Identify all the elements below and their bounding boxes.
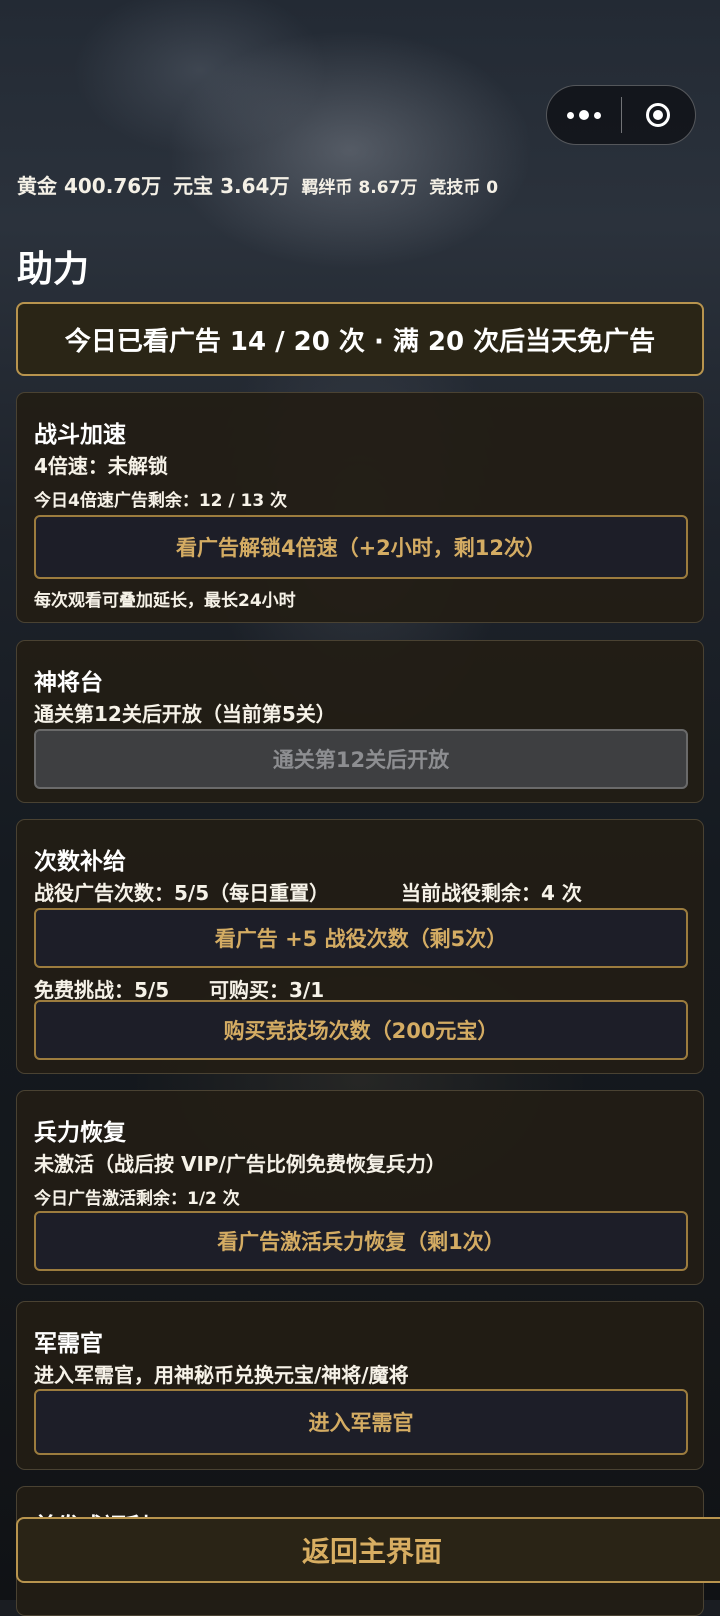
count-supply-title: 次数补给 [34,849,126,875]
general-stage-status: 通关第12关后开放（当前第5关） [34,702,336,726]
yuanbao-balance: 元宝 3.64万 [173,174,290,198]
campaign-ad-button[interactable]: 看广告 +5 战役次数（剩5次） [34,908,688,968]
count-supply-card: 次数补给 战役广告次数：5/5（每日重置） 当前战役剩余：4 次 看广告 +5 … [16,819,704,1074]
enter-quartermaster-button[interactable]: 进入军需官 [34,1389,688,1455]
arena-coin-balance: 竞技币 0 [429,178,499,198]
gold-balance: 黄金 400.76万 [17,174,162,198]
troop-recovery-status: 未激活（战后按 VIP/广告比例免费恢复兵力） [34,1152,446,1176]
mini-program-capsule [546,85,696,145]
general-stage-card: 神将台 通关第12关后开放（当前第5关） 通关第12关后开放 [16,640,704,803]
general-stage-title: 神将台 [34,670,103,696]
battle-speed-remaining: 今日4倍速广告剩余：12 / 13 次 [34,491,288,511]
battle-speed-status: 4倍速：未解锁 [34,454,168,478]
campaign-ad-count: 战役广告次数：5/5（每日重置） [34,881,330,905]
ad-count-banner: 今日已看广告 14 / 20 次 · 满 20 次后当天免广告 [16,302,704,376]
quartermaster-title: 军需官 [34,1331,103,1357]
quartermaster-card: 军需官 进入军需官，用神秘币兑换元宝/神将/魔将 进入军需官 [16,1301,704,1470]
buy-arena-count-button[interactable]: 购买竞技场次数（200元宝） [34,1000,688,1060]
target-circle-icon[interactable] [622,85,696,145]
troop-recovery-card: 兵力恢复 未激活（战后按 VIP/广告比例免费恢复兵力） 今日广告激活剩余：1/… [16,1090,704,1285]
activate-troop-recovery-button[interactable]: 看广告激活兵力恢复（剩1次） [34,1211,688,1271]
general-stage-locked-button[interactable]: 通关第12关后开放 [34,729,688,789]
quartermaster-desc: 进入军需官，用神秘币兑换元宝/神将/魔将 [34,1363,409,1387]
purchasable-count: 可购买：3/1 [209,978,325,1002]
campaign-remaining: 当前战役剩余：4 次 [401,881,582,905]
more-dots-icon[interactable] [547,85,621,145]
unlock-4x-speed-button[interactable]: 看广告解锁4倍速（+2小时，剩12次） [34,515,688,579]
troop-recovery-remaining: 今日广告激活剩余：1/2 次 [34,1189,240,1209]
bond-coin-balance: 羁绊币 8.67万 [301,178,418,198]
page-title: 助力 [17,249,90,290]
battle-speed-card: 战斗加速 4倍速：未解锁 今日4倍速广告剩余：12 / 13 次 看广告解锁4倍… [16,392,704,623]
battle-speed-title: 战斗加速 [34,422,126,448]
currency-bar: 黄金 400.76万 元宝 3.64万 羁绊币 8.67万 竞技币 0 [17,170,697,199]
battle-speed-note: 每次观看可叠加延长，最长24小时 [34,591,296,611]
back-to-main-button[interactable]: 返回主界面 [16,1517,720,1583]
troop-recovery-title: 兵力恢复 [34,1120,126,1146]
free-challenge-count: 免费挑战：5/5 [34,978,170,1002]
